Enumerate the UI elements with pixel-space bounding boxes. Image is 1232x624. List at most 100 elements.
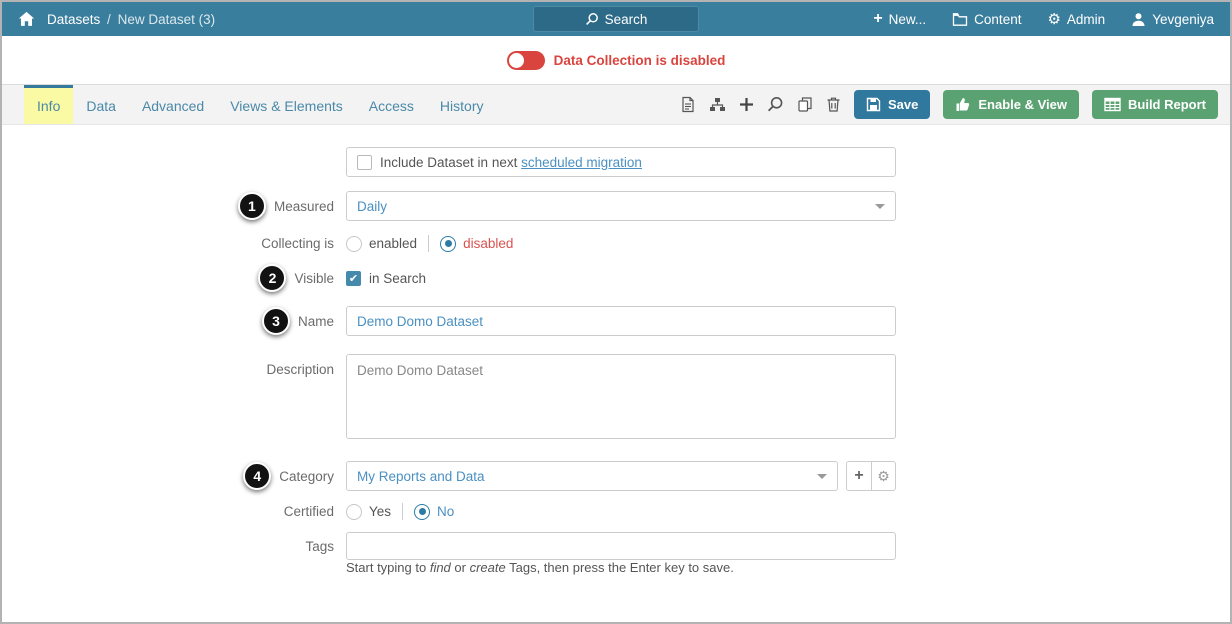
name-value: Demo Domo Dataset	[357, 313, 484, 329]
collecting-disabled-option[interactable]: disabled	[440, 235, 513, 252]
name-label: Name	[297, 313, 334, 329]
lineage-icon[interactable]	[709, 97, 726, 113]
certified-yes-radio[interactable]	[346, 503, 362, 520]
add-icon[interactable]	[739, 97, 754, 112]
save-button[interactable]: Save	[853, 90, 931, 119]
tab-data-label: Data	[86, 98, 116, 114]
tags-label: Tags	[305, 538, 334, 554]
new-menu[interactable]: + New...	[873, 11, 926, 27]
tab-access-label: Access	[368, 98, 414, 114]
gear-icon: ⚙	[877, 467, 890, 484]
folder-icon	[953, 12, 968, 26]
tags-input[interactable]	[346, 532, 896, 560]
checkmark-icon: ✔	[348, 272, 359, 285]
migration-text-prefix: Include Dataset in next	[380, 154, 518, 170]
certified-label: Certified	[283, 504, 334, 519]
report-table-icon	[1104, 97, 1121, 112]
certified-no-option[interactable]: No	[414, 503, 455, 520]
collecting-label: Collecting is	[261, 236, 334, 251]
step-badge-1: 1	[237, 192, 266, 220]
tab-history-label: History	[439, 98, 484, 114]
data-collection-status-label: Data Collection is disabled	[553, 52, 726, 68]
new-menu-label: New...	[888, 11, 927, 27]
tab-access[interactable]: Access	[356, 85, 427, 124]
breadcrumb-page: New Dataset (3)	[117, 11, 216, 27]
measured-value: Daily	[357, 198, 388, 214]
tab-views-elements-label: Views & Elements	[230, 98, 343, 114]
category-value: My Reports and Data	[357, 468, 485, 484]
tab-advanced-label: Advanced	[141, 98, 205, 114]
user-icon	[1132, 12, 1145, 26]
top-navigation-bar: Datasets / New Dataset (3) Search + New.…	[2, 2, 1230, 36]
tab-info-label: Info	[37, 98, 61, 114]
certified-no-label: No	[437, 504, 455, 519]
certified-no-radio[interactable]	[414, 503, 431, 520]
content-menu-label: Content	[974, 11, 1022, 27]
certified-yes-label: Yes	[369, 504, 392, 519]
collecting-enabled-radio[interactable]	[346, 235, 362, 252]
build-report-button[interactable]: Build Report	[1092, 90, 1218, 119]
delete-icon[interactable]	[826, 96, 841, 113]
measured-label: Measured	[273, 198, 334, 214]
visible-label: Visible	[294, 270, 334, 286]
build-report-button-label: Build Report	[1128, 97, 1206, 112]
divider	[402, 503, 404, 520]
collecting-enabled-label: enabled	[369, 236, 418, 251]
tab-info[interactable]: Info	[24, 85, 74, 124]
step-badge-4: 4	[243, 462, 272, 490]
search-label: Search	[604, 11, 648, 27]
include-migration-checkbox[interactable]	[357, 154, 372, 170]
helper-seg3: Tags, then press the Enter key to save.	[505, 560, 734, 575]
save-icon	[866, 97, 881, 112]
details-icon[interactable]	[680, 96, 696, 113]
step-badge-3: 3	[261, 307, 290, 335]
tab-data[interactable]: Data	[73, 85, 129, 124]
manage-categories-button[interactable]: ⚙	[871, 461, 896, 491]
visible-in-search-checkbox[interactable]: ✔	[346, 270, 361, 286]
home-icon[interactable]	[18, 11, 35, 27]
search-icon	[585, 13, 598, 25]
certified-yes-option[interactable]: Yes	[346, 503, 392, 520]
chevron-down-icon	[875, 203, 885, 209]
enable-view-button[interactable]: Enable & View	[943, 90, 1079, 119]
toolbar: Save Enable & View Build Report	[680, 85, 1230, 124]
top-nav-links: + New... Content ⚙ Admin Yevgeniya	[873, 11, 1214, 27]
user-menu-label: Yevgeniya	[1152, 11, 1214, 27]
collecting-enabled-option[interactable]: enabled	[346, 235, 418, 252]
add-category-button[interactable]: +	[846, 461, 871, 491]
gear-icon: ⚙	[1047, 10, 1061, 28]
data-collection-toggle[interactable]	[506, 50, 545, 70]
search-icon[interactable]	[767, 96, 784, 113]
data-collection-banner: Data Collection is disabled	[2, 36, 1230, 84]
category-label: Category	[279, 468, 334, 484]
description-label: Description	[266, 362, 334, 377]
name-input[interactable]: Demo Domo Dataset	[346, 306, 896, 336]
divider	[428, 235, 430, 252]
scheduled-migration-link[interactable]: scheduled migration	[521, 155, 642, 170]
admin-menu[interactable]: ⚙ Admin	[1047, 12, 1105, 27]
user-menu[interactable]: Yevgeniya	[1131, 12, 1214, 27]
search-input[interactable]: Search	[533, 6, 699, 32]
content-menu[interactable]: Content	[952, 12, 1021, 27]
collecting-disabled-radio[interactable]	[440, 235, 457, 252]
save-button-label: Save	[887, 97, 919, 112]
tab-history[interactable]: History	[427, 85, 497, 124]
chevron-down-icon	[817, 473, 827, 479]
category-actions: + ⚙	[846, 461, 896, 491]
breadcrumb-separator: /	[107, 11, 111, 27]
toggle-knob	[508, 52, 524, 68]
breadcrumb-section[interactable]: Datasets	[47, 12, 100, 27]
copy-icon[interactable]	[797, 96, 813, 113]
measured-select[interactable]: Daily	[346, 191, 896, 221]
thumbs-up-icon	[956, 98, 970, 111]
helper-find: find	[429, 560, 451, 575]
migration-text: Include Dataset in next scheduled migrat…	[380, 155, 642, 170]
description-textarea[interactable]: Demo Domo Dataset	[346, 354, 896, 439]
tab-advanced[interactable]: Advanced	[129, 85, 217, 124]
plus-icon: +	[873, 10, 883, 27]
breadcrumb: Datasets / New Dataset (3)	[47, 12, 215, 27]
helper-seg1: Start typing to	[346, 560, 430, 575]
category-select[interactable]: My Reports and Data	[346, 461, 838, 491]
visible-in-search-label: in Search	[369, 270, 427, 286]
tab-views-elements[interactable]: Views & Elements	[217, 85, 356, 124]
